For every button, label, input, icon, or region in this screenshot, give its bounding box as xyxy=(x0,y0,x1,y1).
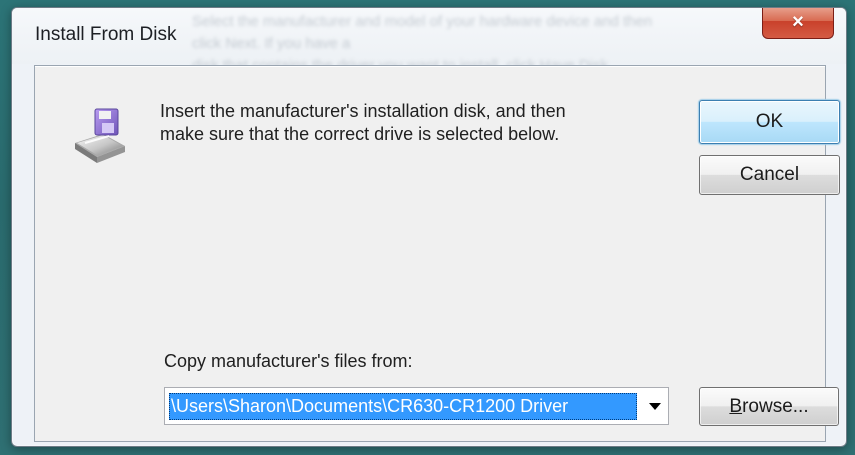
instruction-message-line: Insert the manufacturer's installation d… xyxy=(160,101,566,121)
copy-files-from-label: Copy manufacturer's files from: xyxy=(164,351,413,371)
dialog-title: Install From Disk xyxy=(35,24,177,45)
background-window-text-line: Select the manufacturer and model of you… xyxy=(192,13,653,52)
instruction-message-line: make sure that the correct drive is sele… xyxy=(160,124,560,144)
browse-button[interactable]: Browse... xyxy=(699,387,839,426)
floppy-disk-icon xyxy=(75,108,125,163)
ok-button[interactable]: OK xyxy=(699,100,840,144)
source-path-combobox[interactable]: \Users\Sharon\Documents\CR630-CR1200 Dri… xyxy=(164,387,669,425)
chevron-down-icon xyxy=(649,403,661,410)
install-from-disk-dialog: Select the manufacturer and model of you… xyxy=(11,7,847,447)
source-path-input[interactable]: \Users\Sharon\Documents\CR630-CR1200 Dri… xyxy=(169,393,637,420)
dialog-titlebar: Select the manufacturer and model of you… xyxy=(12,8,846,74)
close-icon: × xyxy=(792,11,804,33)
desktop-screen: { "dialog": { "title": "Install From Dis… xyxy=(0,0,855,455)
close-button[interactable]: × xyxy=(762,8,834,39)
source-path-dropdown-button[interactable] xyxy=(640,388,668,424)
background-window-text: Select the manufacturer and model of you… xyxy=(192,11,662,74)
instruction-message: Insert the manufacturer's installation d… xyxy=(160,100,660,146)
dialog-content: Insert the manufacturer's installation d… xyxy=(34,65,840,442)
cancel-button[interactable]: Cancel xyxy=(699,155,840,195)
